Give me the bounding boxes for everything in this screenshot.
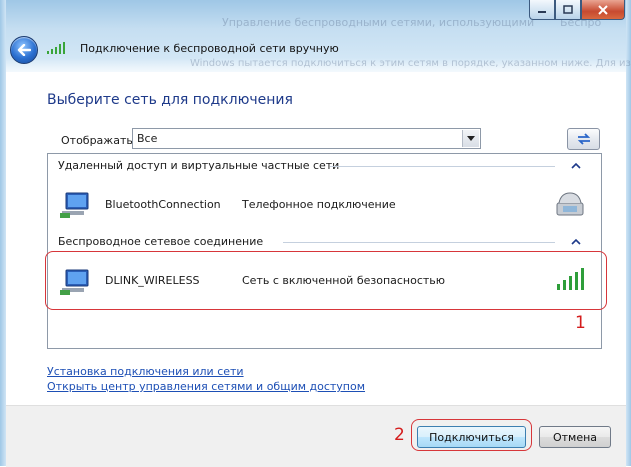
close-button[interactable] [581, 0, 625, 20]
cancel-button[interactable]: Отмена [539, 426, 611, 448]
minimize-icon [538, 10, 546, 13]
back-button[interactable] [10, 36, 38, 64]
collapse-chevron-icon[interactable] [571, 238, 581, 246]
network-description: Телефонное подключение [242, 198, 396, 211]
setup-connection-link[interactable]: Установка подключения или сети [47, 365, 244, 378]
refresh-button[interactable] [567, 128, 600, 150]
collapse-chevron-icon[interactable] [571, 162, 581, 170]
maximize-button[interactable] [555, 0, 581, 20]
close-icon [598, 4, 608, 15]
filter-label: Отображать [61, 134, 133, 147]
connect-button[interactable]: Подключиться [417, 426, 526, 448]
group-header-vpn: Удаленный доступ и виртуальные частные с… [58, 159, 340, 172]
window-title: Подключение к беспроводной сети вручную [80, 42, 339, 55]
back-arrow-icon [17, 44, 31, 56]
page-heading: Выберите сеть для подключения [47, 92, 293, 108]
network-connection-icon [60, 192, 89, 218]
window-frame-right [626, 0, 631, 466]
group-divider [330, 166, 555, 167]
refresh-icon [577, 133, 590, 145]
background-window-text-3: Windows пытается подключиться к этим сет… [190, 58, 631, 69]
annotation-number-2: 2 [394, 425, 405, 445]
dialog-footer [6, 405, 626, 467]
window-controls [529, 0, 625, 20]
group-divider [283, 242, 555, 243]
maximize-icon [563, 5, 573, 14]
minimize-button[interactable] [529, 0, 555, 20]
selection-annotation-outline [45, 251, 607, 310]
window-frame-left [0, 0, 6, 466]
network-center-link[interactable]: Открыть центр управления сетями и общим … [47, 380, 365, 393]
phone-modem-icon [556, 192, 584, 216]
network-name[interactable]: BluetoothConnection [105, 198, 221, 211]
annotation-number-1: 1 [575, 313, 586, 333]
group-header-wireless: Беспроводное сетевое соединение [58, 235, 264, 248]
background-window-text: Управление беспроводными сетями, использ… [222, 16, 535, 29]
chevron-down-icon [467, 136, 475, 141]
wireless-signal-icon [47, 42, 65, 54]
filter-value: Все [137, 132, 158, 145]
dropdown-arrow[interactable] [462, 130, 479, 147]
filter-dropdown[interactable]: Все [132, 128, 481, 149]
